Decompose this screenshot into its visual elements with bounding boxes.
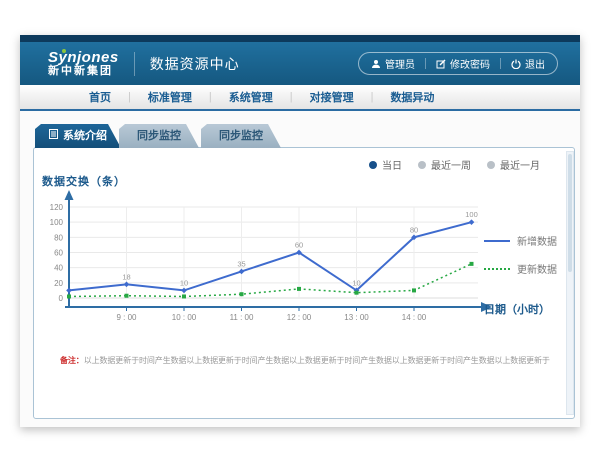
svg-text:10: 10 bbox=[180, 278, 188, 287]
x-axis-title: 日期（小时） bbox=[484, 301, 550, 317]
nav-item-system-mgmt[interactable]: 系统管理 bbox=[212, 89, 290, 105]
y-axis-title: 数据交换（条） bbox=[42, 173, 126, 189]
svg-text:18: 18 bbox=[122, 272, 130, 281]
filter-last-week[interactable]: 最近一周 bbox=[418, 157, 471, 172]
app-window: Synjones 新中新集团 数据资源中心 管理员 修改密码 bbox=[20, 35, 580, 427]
nav-item-standard-mgmt[interactable]: 标准管理 bbox=[131, 89, 209, 105]
header-bar: Synjones 新中新集团 数据资源中心 管理员 修改密码 bbox=[20, 42, 580, 85]
radio-icon bbox=[418, 161, 426, 169]
footnote-prefix: 备注： bbox=[60, 356, 84, 365]
legend-new-data[interactable]: 新增数据 bbox=[484, 233, 557, 248]
scrollbar-thumb[interactable] bbox=[568, 154, 572, 272]
legend-label: 更新数据 bbox=[517, 261, 557, 276]
svg-text:80: 80 bbox=[410, 225, 418, 234]
legend-label: 新增数据 bbox=[517, 233, 557, 248]
tab-sync-monitor-2[interactable]: 同步监控 bbox=[201, 124, 281, 148]
filter-label: 当日 bbox=[382, 157, 402, 172]
change-password-label: 修改密码 bbox=[450, 56, 490, 71]
svg-text:12 : 00: 12 : 00 bbox=[287, 313, 312, 322]
tab-system-intro[interactable]: 系统介绍 bbox=[35, 124, 121, 148]
tab-label: 系统介绍 bbox=[63, 124, 107, 148]
edit-icon bbox=[436, 59, 446, 69]
solid-line-swatch bbox=[484, 240, 510, 242]
chart-legend: 新增数据 更新数据 bbox=[484, 233, 557, 276]
filter-last-month[interactable]: 最近一月 bbox=[487, 157, 540, 172]
svg-text:100: 100 bbox=[50, 218, 64, 227]
filter-label: 最近一周 bbox=[431, 157, 471, 172]
time-range-filters: 当日 最近一周 最近一月 bbox=[369, 157, 540, 172]
svg-text:10: 10 bbox=[352, 278, 360, 287]
logo-text: Synjones bbox=[48, 50, 119, 66]
panel-scrollbar[interactable] bbox=[566, 151, 574, 415]
chip-separator bbox=[500, 58, 501, 69]
top-strip bbox=[20, 35, 580, 42]
svg-text:35: 35 bbox=[237, 259, 245, 268]
footnote: 备注：以上数据更新于时间产生数据以上数据更新于时间产生数据以上数据更新于时间产生… bbox=[60, 355, 562, 366]
legend-updated-data[interactable]: 更新数据 bbox=[484, 261, 557, 276]
svg-text:20: 20 bbox=[54, 279, 63, 288]
svg-text:13 : 00: 13 : 00 bbox=[344, 313, 369, 322]
filter-label: 最近一月 bbox=[500, 157, 540, 172]
company-logo: Synjones 新中新集团 bbox=[48, 50, 119, 77]
header-divider bbox=[134, 52, 135, 76]
logo-accent-dot bbox=[62, 49, 66, 53]
nav-item-home[interactable]: 首页 bbox=[72, 89, 128, 105]
svg-text:60: 60 bbox=[295, 241, 303, 250]
svg-text:14 : 00: 14 : 00 bbox=[402, 313, 427, 322]
svg-text:120: 120 bbox=[50, 203, 64, 212]
logout-label: 退出 bbox=[525, 56, 545, 71]
logout-button[interactable]: 退出 bbox=[511, 56, 545, 71]
power-icon bbox=[511, 59, 521, 69]
current-user-label: 管理员 bbox=[385, 56, 415, 71]
footnote-text: 以上数据更新于时间产生数据以上数据更新于时间产生数据以上数据更新于时间产生数据以… bbox=[84, 356, 550, 365]
radio-icon bbox=[369, 161, 377, 169]
filter-today[interactable]: 当日 bbox=[369, 157, 402, 172]
line-chart: 0 20 40 60 80 100 120 9 : 00 10 : 00 11 : 00 12 : … bbox=[48, 185, 508, 327]
tab-sync-monitor-1[interactable]: 同步监控 bbox=[119, 124, 199, 148]
svg-text:40: 40 bbox=[54, 264, 63, 273]
change-password-button[interactable]: 修改密码 bbox=[436, 56, 490, 71]
chip-separator bbox=[425, 58, 426, 69]
radio-icon bbox=[487, 161, 495, 169]
nav-item-data-change[interactable]: 数据异动 bbox=[373, 89, 451, 105]
nav-item-interface-mgmt[interactable]: 对接管理 bbox=[293, 89, 371, 105]
logo-subtext: 新中新集团 bbox=[48, 66, 119, 78]
app-title: 数据资源中心 bbox=[150, 54, 240, 74]
svg-text:10 : 00: 10 : 00 bbox=[172, 313, 197, 322]
svg-text:80: 80 bbox=[54, 233, 63, 242]
document-icon bbox=[49, 124, 58, 148]
user-actions-group: 管理员 修改密码 退出 bbox=[358, 52, 558, 75]
dotted-line-swatch bbox=[484, 268, 510, 270]
svg-text:11 : 00: 11 : 00 bbox=[230, 313, 254, 322]
user-icon bbox=[371, 59, 381, 69]
svg-text:9 : 00: 9 : 00 bbox=[116, 313, 137, 322]
svg-text:60: 60 bbox=[54, 249, 63, 258]
main-nav: 首页 | 标准管理 | 系统管理 | 对接管理 | 数据异动 bbox=[20, 85, 580, 111]
svg-text:100: 100 bbox=[465, 210, 478, 219]
svg-text:0: 0 bbox=[59, 294, 64, 303]
current-user-button[interactable]: 管理员 bbox=[371, 56, 415, 71]
